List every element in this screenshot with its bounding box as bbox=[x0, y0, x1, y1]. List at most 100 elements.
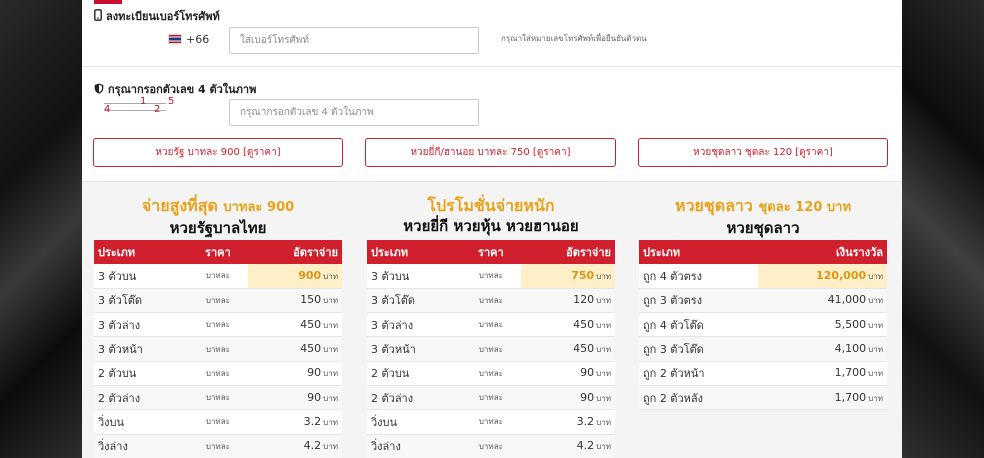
payout-rate: 90 บาท bbox=[520, 385, 615, 411]
table-row: 3 ตัวล่าง บาทละ 450 บาท bbox=[367, 312, 615, 338]
payout-rate: 90 บาท bbox=[247, 361, 342, 386]
payout-rate: 4.2 บาท bbox=[247, 434, 342, 458]
header-rate: อัตราจ่าย bbox=[247, 240, 342, 264]
table-row: วิ่งบน บาทละ 3.2 บาท bbox=[94, 409, 342, 435]
payout-rate: 3.2 บาท bbox=[520, 409, 615, 435]
price-unit: บาทละ bbox=[187, 312, 248, 338]
price-unit: บาทละ bbox=[187, 409, 248, 435]
header-price: ราคา bbox=[187, 240, 248, 264]
table-row: 3 ตัวหน้า บาทละ 450 บาท bbox=[94, 336, 342, 362]
main-panel: ลงทะเบียนเบอร์โทรศัพท์ +66 กรุณาใส่หมายเ… bbox=[82, 0, 902, 458]
bet-type: 3 ตัวโต๊ด bbox=[94, 288, 188, 314]
column-subtitle: หวยยี่กี หวยหุ้น หวยฮานอย bbox=[403, 217, 579, 235]
table-row: วิ่งล่าง บาทละ 4.2 บาท bbox=[367, 434, 615, 458]
bet-type: 2 ตัวบน bbox=[367, 361, 461, 386]
price-unit: บาทละ bbox=[460, 264, 521, 289]
price-unit: บาทละ bbox=[187, 336, 248, 362]
payout-rate: 900 บาท bbox=[247, 264, 342, 289]
mobile-phone-icon bbox=[94, 9, 102, 23]
prize-amount: 120,000 บาท bbox=[758, 264, 887, 289]
payout-rate: 90 บาท bbox=[247, 385, 342, 411]
table-row: 3 ตัวโต๊ด บาทละ 150 บาท bbox=[94, 288, 342, 314]
table-row: วิ่งบน บาทละ 3.2 บาท bbox=[367, 409, 615, 435]
payout-rate: 4.2 บาท bbox=[520, 434, 615, 458]
header-type: ประเภท bbox=[94, 240, 188, 264]
bet-type: 3 ตัวบน bbox=[94, 264, 188, 289]
thai-lottery-price-button[interactable]: หวยรัฐ บาทละ 900 [ดูราคา] bbox=[93, 138, 343, 167]
header-prize: เงินรางวัล bbox=[758, 240, 887, 264]
payout-rate: 3.2 บาท bbox=[247, 409, 342, 435]
price-unit: บาทละ bbox=[460, 361, 521, 386]
bet-type: 2 ตัวล่าง bbox=[367, 385, 461, 411]
prize-amount: 1,700 บาท bbox=[758, 361, 887, 386]
payout-rate: 150 บาท bbox=[247, 288, 342, 314]
header-rate: อัตราจ่าย bbox=[520, 240, 615, 264]
phone-input[interactable] bbox=[229, 27, 479, 54]
captcha-digit: 5 bbox=[168, 96, 175, 107]
price-unit: บาทละ bbox=[187, 361, 248, 386]
captcha-section-label: กรุณากรอกตัวเลข 4 ตัวในภาพ bbox=[108, 83, 257, 96]
payout-rate: 450 บาท bbox=[520, 336, 615, 362]
table-row: 3 ตัวหน้า บาทละ 450 บาท bbox=[367, 336, 615, 362]
captcha-digit: 1 bbox=[140, 96, 147, 107]
payout-rate: 450 บาท bbox=[520, 312, 615, 338]
bet-type: 3 ตัวล่าง bbox=[367, 312, 461, 338]
bet-type: 2 ตัวล่าง bbox=[94, 385, 188, 411]
top-accent-bar bbox=[94, 0, 122, 4]
price-unit: บาทละ bbox=[187, 288, 248, 314]
price-unit: บาทละ bbox=[460, 312, 521, 338]
table-row: 2 ตัวบน บาทละ 90 บาท bbox=[94, 361, 342, 386]
bet-type: วิ่งล่าง bbox=[367, 434, 461, 458]
phone-hint: กรุณาใส่หมายเลขโทรศัพท์เพื่อยืนยันตัวตน bbox=[501, 34, 647, 43]
bet-type: 3 ตัวล่าง bbox=[94, 312, 188, 338]
bet-type: วิ่งบน bbox=[94, 409, 188, 435]
payout-rate: 450 บาท bbox=[247, 336, 342, 362]
header-type: ประเภท bbox=[639, 240, 759, 264]
lao-set-column: หวยชุดลาว ชุดละ 120 บาท หวยชุดลาว ประเภท… bbox=[639, 196, 887, 411]
price-unit: บาทละ bbox=[187, 264, 248, 289]
prize-type: ถูก 3 ตัวโต๊ด bbox=[639, 336, 759, 362]
prize-amount: 5,500 บาท bbox=[758, 312, 887, 338]
prize-amount: 41,000 บาท bbox=[758, 288, 887, 314]
captcha-digit: 2 bbox=[154, 104, 161, 115]
column-subtitle: หวยชุดลาว bbox=[726, 219, 800, 237]
lao-set-price-button[interactable]: หวยชุดลาว ชุดละ 120 [ดูราคา] bbox=[638, 138, 888, 167]
prize-type: ถูก 4 ตัวตรง bbox=[639, 264, 759, 289]
table-row: ถูก 4 ตัวโต๊ด 5,500 บาท bbox=[639, 312, 887, 338]
prize-type: ถูก 2 ตัวหลัง bbox=[639, 385, 759, 411]
prize-amount: 1,700 บาท bbox=[758, 385, 887, 411]
yeekee-hanoi-price-button[interactable]: หวยยี่กี/ฮานอย บาทละ 750 [ดูราคา] bbox=[365, 138, 616, 167]
lao-set-rates-table: ประเภท เงินรางวัล ถูก 4 ตัวตรง 120,000 บาท… bbox=[639, 240, 887, 411]
table-row: 2 ตัวล่าง บาทละ 90 บาท bbox=[94, 385, 342, 411]
section-divider bbox=[82, 66, 902, 67]
bet-type: 3 ตัวหน้า bbox=[94, 336, 188, 362]
price-unit: บาทละ bbox=[460, 409, 521, 435]
payout-rate: 450 บาท bbox=[247, 312, 342, 338]
bet-type: 3 ตัวโต๊ด bbox=[367, 288, 461, 314]
bet-type: วิ่งบน bbox=[367, 409, 461, 435]
table-row: 2 ตัวล่าง บาทละ 90 บาท bbox=[367, 385, 615, 411]
price-unit: บาทละ bbox=[460, 288, 521, 314]
prize-amount: 4,100 บาท bbox=[758, 336, 887, 362]
prize-type: ถูก 3 ตัวตรง bbox=[639, 288, 759, 314]
prize-type: ถูก 2 ตัวหน้า bbox=[639, 361, 759, 386]
price-unit: บาทละ bbox=[460, 336, 521, 362]
table-row: 2 ตัวบน บาทละ 90 บาท bbox=[367, 361, 615, 386]
table-row: ถูก 3 ตัวโต๊ด 4,100 บาท bbox=[639, 336, 887, 362]
table-row: ถูก 4 ตัวตรง 120,000 บาท bbox=[639, 264, 887, 289]
table-row: วิ่งล่าง บาทละ 4.2 บาท bbox=[94, 434, 342, 458]
payout-rate: 750 บาท bbox=[520, 264, 615, 289]
price-unit: บาทละ bbox=[460, 434, 521, 458]
header-type: ประเภท bbox=[367, 240, 461, 264]
captcha-input[interactable] bbox=[229, 99, 479, 126]
shield-icon bbox=[94, 83, 104, 96]
payout-rate: 90 บาท bbox=[520, 361, 615, 386]
captcha-section-title: กรุณากรอกตัวเลข 4 ตัวในภาพ bbox=[94, 80, 256, 98]
phone-section-label: ลงทะเบียนเบอร์โทรศัพท์ bbox=[106, 10, 220, 23]
table-row: 3 ตัวบน บาทละ 750 บาท bbox=[367, 264, 615, 289]
column-headline: จ่ายสูงที่สุด บาทละ 900 bbox=[141, 196, 295, 215]
background-right bbox=[902, 0, 984, 458]
price-unit: บาทละ bbox=[187, 434, 248, 458]
yeekee-rates-table: ประเภท ราคา อัตราจ่าย 3 ตัวบน บาทละ 750 บาท… bbox=[367, 240, 615, 458]
header-price: ราคา bbox=[460, 240, 521, 264]
